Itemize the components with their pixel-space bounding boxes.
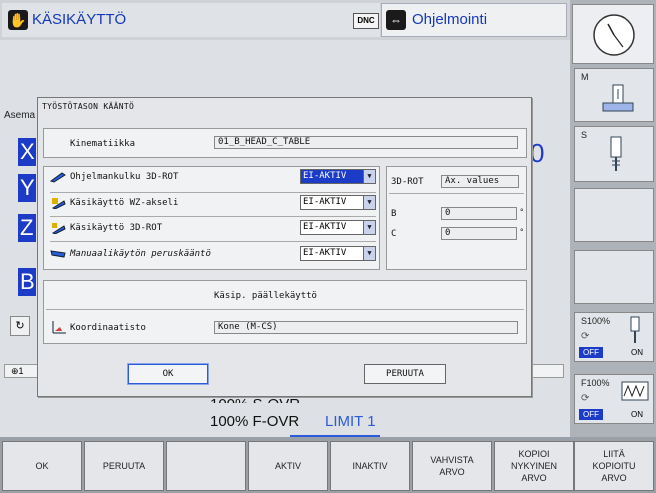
softkey-inactive[interactable]: INAKTIV [330, 441, 410, 491]
dialog-title: TYÖSTÖTASON KÄÄNTÖ [42, 102, 135, 111]
f-override-softkey[interactable]: F100% ⟳ OFF ON [574, 374, 654, 424]
s-override-value: 100% S-OVR [210, 396, 300, 403]
cancel-button[interactable]: PERUUTA [364, 364, 446, 384]
axis-value-digit: 0 [530, 138, 545, 168]
softkey-active[interactable]: AKTIV [248, 441, 328, 491]
m-label: M [581, 72, 589, 82]
basic-rotation-select[interactable]: EI-AKTIV ▼ [300, 246, 376, 261]
s-pot-icon [630, 316, 640, 343]
panel-divider [389, 193, 524, 194]
coordinate-system-field[interactable]: Kone (M-CS) [214, 321, 518, 334]
3drot-label: 3D-ROT [391, 177, 424, 187]
c-axis-label: C [391, 229, 397, 239]
manual-tool-axis-icon [51, 198, 66, 209]
s-override-softkey[interactable]: S100% ⟳ OFF ON [574, 312, 654, 362]
softkey-cancel[interactable]: PERUUTA [84, 441, 164, 491]
axis-b: B [18, 268, 36, 296]
status-number: 1 [18, 366, 24, 376]
manual-3drot-icon [51, 223, 66, 234]
program-run-3drot-value: EI-AKTIV [303, 171, 347, 181]
manual-tool-axis-value: EI-AKTIV [303, 197, 347, 207]
s-spindle-softkey[interactable]: S [574, 126, 654, 182]
empty-softkey-2[interactable] [574, 250, 654, 304]
f-off-badge: OFF [579, 409, 603, 420]
rotation-settings-panel: Ohjelmankulku 3D-ROT EI-AKTIV ▼ Käsikäyt… [43, 166, 380, 270]
program-run-3drot-select[interactable]: EI-AKTIV ▼ [300, 169, 376, 184]
tilt-working-plane-dialog: TYÖSTÖTASON KÄÄNTÖ Kinematiikka 01_B_HEA… [37, 97, 532, 397]
basic-rotation-value: EI-AKTIV [303, 248, 347, 258]
basic-rotation-icon [50, 250, 66, 258]
header-bar: ✋ KÄSIKÄYTTÖ DNC ⇔ Ohjelmointi [0, 0, 570, 40]
row-divider [50, 216, 376, 217]
s100-label: S100% [581, 316, 611, 326]
row-divider [50, 241, 376, 242]
s-label: S [581, 130, 588, 140]
kinematics-panel: Kinematiikka 01_B_HEAD_C_TABLE [43, 128, 527, 158]
kinematics-label: Kinematiikka [70, 139, 136, 149]
chevron-down-icon: ▼ [363, 170, 375, 183]
3drot-panel: 3D-ROT Ax. values B 0 ° C 0 ° [386, 166, 527, 270]
panel-divider [46, 309, 524, 310]
row-divider [50, 192, 376, 193]
dnc-button[interactable]: DNC [353, 13, 379, 29]
ok-button[interactable]: OK [128, 364, 208, 384]
f-on-label: ON [631, 410, 643, 419]
s-on-label: ON [631, 348, 643, 357]
chevron-down-icon: ▼ [363, 247, 375, 260]
position-label: Asema [4, 110, 36, 121]
softkey-paste-value[interactable]: LIITÄ KOPIOITU ARVO [574, 441, 654, 491]
f-override-value: 100% F-OVR [210, 413, 300, 430]
c-unit: ° [520, 227, 524, 237]
clock-icon [572, 4, 654, 64]
row-label-program-run: Ohjelmankulku 3D-ROT [70, 172, 179, 182]
swap-icon: ⟳ [581, 331, 590, 342]
manual-3drot-value: EI-AKTIV [303, 222, 347, 232]
softkey-confirm-value[interactable]: VAHVISTA ARVO [412, 441, 492, 491]
handwheel-overlay-panel: Käsip. päällekäyttö Koordinaatisto Kone … [43, 280, 527, 344]
c-axis-field[interactable]: 0 [441, 227, 517, 240]
coordinate-system-label: Koordinaatisto [70, 323, 146, 333]
coordinate-system-icon [52, 321, 66, 334]
machine-function-icon [602, 84, 634, 112]
b-unit: ° [520, 207, 524, 217]
swap-icon-f: ⟳ [581, 393, 590, 404]
mode-left-title: KÄSIKÄYTTÖ [32, 11, 127, 28]
status-icon: ⊕ [11, 366, 19, 376]
b-axis-field[interactable]: 0 [441, 207, 517, 220]
manual-3drot-select[interactable]: EI-AKTIV ▼ [300, 220, 376, 235]
f100-label: F100% [581, 378, 610, 388]
axis-x: X [18, 138, 36, 166]
spindle-icon [610, 136, 622, 171]
3drot-mode-field[interactable]: Ax. values [441, 175, 519, 188]
feed-wave-icon [621, 381, 649, 401]
overlay-title: Käsip. päällekäyttö [214, 291, 317, 301]
mode-left-panel: ✋ KÄSIKÄYTTÖ DNC [2, 3, 380, 37]
hand-icon: ✋ [8, 10, 28, 30]
program-icon: ⇔ [386, 10, 406, 30]
mode-right-panel[interactable]: ⇔ Ohjelmointi [381, 3, 567, 37]
empty-softkey-1[interactable] [574, 188, 654, 242]
row-label-basic-rotation: Manuaalikäytön peruskääntö [70, 249, 211, 259]
kinematics-field[interactable]: 01_B_HEAD_C_TABLE [214, 136, 518, 149]
program-run-icon [50, 172, 66, 183]
softkey-ok[interactable]: OK [2, 441, 82, 491]
axis-y: Y [18, 174, 36, 202]
row-label-manual-tool-axis: Käsikäyttö WZ-akseli [70, 198, 179, 208]
softkey-copy-actual[interactable]: KOPIOI NYKYINEN ARVO [494, 441, 574, 491]
chevron-down-icon: ▼ [363, 196, 375, 209]
b-axis-label: B [391, 209, 397, 219]
row-label-manual-3drot: Käsikäyttö 3D-ROT [70, 223, 163, 233]
chevron-down-icon: ▼ [363, 221, 375, 234]
axis-z: Z [18, 214, 36, 242]
manual-tool-axis-select[interactable]: EI-AKTIV ▼ [300, 195, 376, 210]
refresh-icon[interactable]: ↻ [10, 316, 30, 336]
softkey-empty[interactable] [166, 441, 246, 491]
mode-right-title: Ohjelmointi [412, 11, 488, 28]
limit-status: LIMIT 1 [325, 413, 376, 430]
s-off-badge: OFF [579, 347, 603, 358]
m-function-softkey[interactable]: M [574, 68, 654, 122]
